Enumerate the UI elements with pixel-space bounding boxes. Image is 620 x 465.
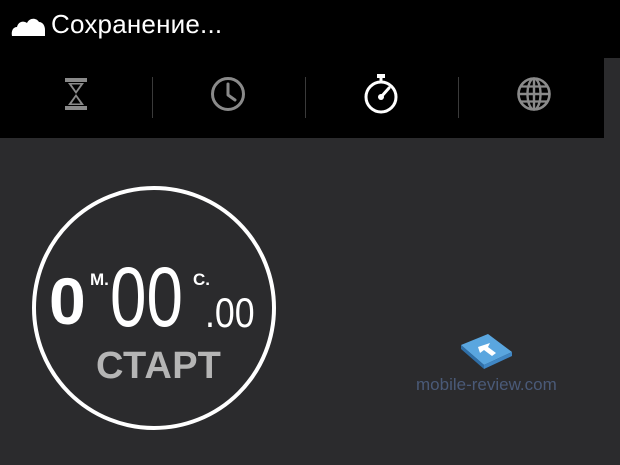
seconds-unit: С. [193,270,210,289]
minutes-value: 0 [49,264,86,338]
minutes-unit: М. [90,270,109,289]
hundredths-value: .00 [205,289,255,336]
start-label: СТАРТ [96,345,222,387]
seconds-value: 00 [110,250,183,344]
tab-alarm[interactable] [152,50,304,138]
cloud-icon [11,18,45,36]
tab-bar-edge [604,58,620,138]
clock-icon [211,77,245,111]
globe-icon [517,77,551,111]
watermark-text: mobile-review.com [416,375,557,394]
status-bar: Сохранение... [0,0,620,50]
watermark-logo-icon [461,334,512,369]
stopwatch-icon [364,74,398,114]
tab-timer[interactable] [0,50,152,138]
tab-stopwatch[interactable] [305,50,457,138]
tab-world-clock[interactable] [458,50,610,138]
hourglass-icon [65,78,87,110]
status-text: Сохранение... [51,9,223,39]
tab-bar [0,50,604,138]
screen: Сохранение... 0 М. 00 С. .00 СТАРТ mobil… [0,0,620,465]
